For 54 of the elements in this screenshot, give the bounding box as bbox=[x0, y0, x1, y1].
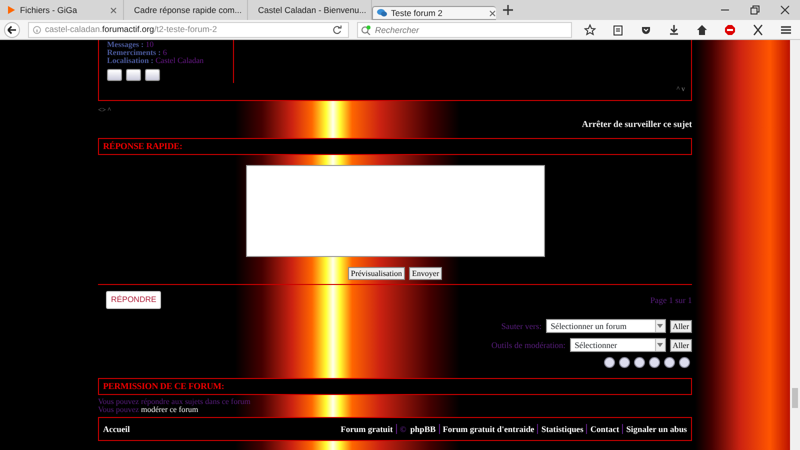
address-bar[interactable]: castel-caladan.forumactif.org/t2-teste-forum-2 bbox=[28, 22, 349, 38]
caret-icon bbox=[657, 324, 664, 328]
profile-field: Localisation : Castel Caladan bbox=[107, 57, 233, 65]
go-button[interactable]: Aller bbox=[670, 320, 692, 332]
watch-link[interactable]: Arrêter de surveiller ce sujet bbox=[582, 118, 692, 131]
section-heading: PERMISSION DE CE FORUM: bbox=[98, 378, 692, 395]
form-button[interactable]: Envoyer bbox=[409, 267, 442, 280]
profile-field: Remerciments : 6 bbox=[107, 49, 233, 57]
permission-text: Vous pouvez modérer ce forum bbox=[98, 406, 198, 414]
restore-icon[interactable] bbox=[749, 4, 761, 16]
download-icon[interactable] bbox=[668, 24, 680, 36]
footer-link[interactable]: phpBB bbox=[410, 422, 436, 436]
browser-tab[interactable]: Teste forum 2 bbox=[372, 6, 496, 20]
copyright-sign: © bbox=[400, 422, 406, 436]
reload-icon[interactable] bbox=[332, 24, 342, 34]
close-icon[interactable] bbox=[489, 10, 496, 16]
scrollbar-thumb[interactable] bbox=[792, 388, 798, 408]
scrollbar[interactable] bbox=[790, 40, 800, 450]
reply-button[interactable]: RÉPONDRE bbox=[106, 291, 162, 309]
caret-icon bbox=[657, 343, 664, 347]
star-icon[interactable] bbox=[584, 24, 596, 36]
dropdown[interactable]: Sélectionner un forum bbox=[546, 319, 666, 333]
permission-text: Vous pouvez répondre aux sujets dans ce forum bbox=[98, 398, 252, 406]
footer-link[interactable]: Accueil bbox=[103, 422, 130, 436]
field-label: Sauter vers: bbox=[501, 320, 542, 332]
form-button[interactable]: Prévisualisation bbox=[348, 267, 405, 280]
chat-bubbles-icon bbox=[377, 8, 387, 18]
url-text: castel-caladan.forumactif.org/t2-teste-forum-2 bbox=[45, 23, 218, 36]
search-icon bbox=[361, 24, 371, 34]
home-icon[interactable] bbox=[696, 24, 708, 36]
profile-field: Messages : 10 bbox=[107, 41, 233, 49]
reply-textarea[interactable] bbox=[246, 165, 544, 257]
new-tab-icon[interactable] bbox=[502, 4, 514, 16]
footer-link[interactable]: Forum gratuit d'entraide bbox=[442, 422, 534, 436]
footer-link[interactable]: Statistiques bbox=[541, 422, 584, 436]
section-heading: RÉPONSE RAPIDE: bbox=[98, 138, 692, 155]
reading-list-icon[interactable] bbox=[612, 24, 624, 36]
go-button[interactable]: Aller bbox=[670, 338, 692, 352]
close-icon[interactable] bbox=[779, 4, 791, 16]
footer-link[interactable]: Signaler un abus bbox=[626, 422, 687, 436]
menu-icon[interactable] bbox=[780, 24, 792, 36]
info-icon bbox=[33, 26, 41, 34]
search-field[interactable]: Rechercher bbox=[357, 22, 572, 38]
dropdown[interactable]: Sélectionner bbox=[570, 338, 666, 352]
footer-link[interactable]: Contact bbox=[590, 422, 620, 436]
play-icon bbox=[6, 5, 16, 15]
pagination-text: Page 1 sur 1 bbox=[650, 294, 692, 307]
back-icon[interactable] bbox=[4, 22, 20, 38]
footer-link[interactable]: Forum gratuit bbox=[340, 422, 393, 436]
permission-link[interactable]: modérer ce forum bbox=[140, 405, 198, 414]
x-icon[interactable] bbox=[752, 24, 764, 36]
field-label: Outils de modération: bbox=[491, 338, 566, 352]
stop-sign-icon[interactable] bbox=[724, 24, 736, 36]
close-icon[interactable] bbox=[110, 6, 117, 14]
